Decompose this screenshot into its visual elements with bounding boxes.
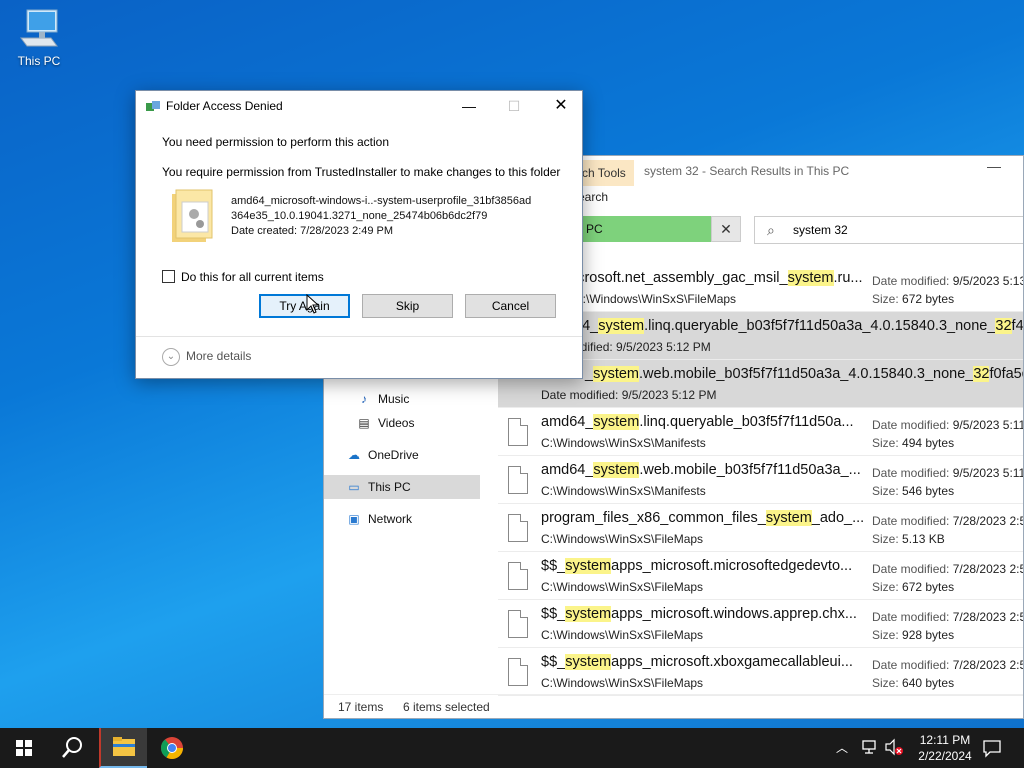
nav-label: Music (378, 392, 410, 406)
taskbar-chrome[interactable] (148, 728, 196, 768)
nav-label: This PC (368, 480, 411, 494)
status-item-count: 17 items (338, 700, 384, 714)
nav-item-onedrive[interactable]: ☁ OneDrive (346, 443, 419, 467)
nav-item-videos[interactable]: ▤ Videos (356, 411, 414, 435)
search-query: system 32 (793, 223, 848, 237)
tab-search-tools[interactable]: ch Tools (578, 160, 634, 186)
taskbar-search-button[interactable] (48, 728, 96, 768)
status-bar: 17 items 6 items selected (324, 694, 1023, 718)
nav-label: Network (368, 512, 413, 526)
minimize-button[interactable]: — (987, 158, 1001, 174)
folder-icon (172, 189, 213, 242)
list-item[interactable]: $$_systemapps_microsoft.microsoftedgedev… (498, 552, 1023, 600)
desktop-icon-this-pc[interactable]: This PC (10, 8, 68, 68)
clear-search-button[interactable]: ✕ (711, 216, 741, 242)
search-icon: ⌕ (767, 222, 775, 238)
desktop-icon-label: This PC (17, 54, 61, 68)
chevron-up-icon[interactable]: ︿ (836, 739, 848, 756)
file-icon (508, 418, 528, 446)
dialog-title: Folder Access Denied (166, 99, 283, 113)
computer-icon (20, 9, 58, 47)
music-icon: ♪ (361, 392, 367, 406)
folder-icon (113, 737, 135, 756)
nav-label: OneDrive (368, 448, 419, 462)
file-icon (508, 658, 528, 686)
more-details-label: More details (186, 349, 252, 364)
try-again-button[interactable]: Try Again (259, 294, 350, 318)
list-item[interactable]: program_files_x86_common_files_system_ad… (498, 504, 1023, 552)
file-icon (508, 562, 528, 590)
clock-time: 12:11 PM (919, 733, 971, 747)
film-icon: ▤ (358, 416, 370, 430)
nav-item-music[interactable]: ♪ Music (356, 387, 409, 411)
nav-item-this-pc[interactable]: ▭ This PC (324, 475, 480, 499)
nav-item-network[interactable]: ▣ Network (346, 507, 412, 531)
dialog-app-icon (146, 101, 160, 111)
mouse-cursor-icon (306, 294, 320, 314)
windows-icon (16, 740, 32, 756)
list-item[interactable]: amd64_system.linq.queryable_b03f5f7f11d5… (498, 408, 1023, 456)
network-icon: ▣ (348, 512, 360, 526)
taskbar-file-explorer[interactable] (99, 728, 147, 768)
volume-muted-icon[interactable] (884, 738, 904, 756)
nav-label: Videos (378, 416, 415, 430)
address-bar[interactable]: PC ⌄ (578, 216, 731, 242)
search-input[interactable]: ⌕ system 32 (754, 216, 1023, 244)
clock[interactable]: 12:11 PM 2/22/2024 (908, 732, 982, 764)
close-button[interactable]: ✕ (541, 95, 581, 117)
more-details-toggle[interactable]: ⌄ More details (162, 348, 251, 366)
notification-icon[interactable] (982, 738, 1002, 758)
folder-access-denied-dialog: Folder Access Denied — ☐ ✕ You need perm… (135, 90, 583, 379)
cancel-button[interactable]: Cancel (465, 294, 556, 318)
file-icon (508, 610, 528, 638)
address-text: PC (586, 222, 603, 236)
divider (136, 336, 582, 337)
apply-all-checkbox[interactable]: Do this for all current items (162, 270, 324, 284)
list-item[interactable]: $$_systemapps_microsoft.xboxgamecallable… (498, 648, 1023, 696)
checkbox-label: Do this for all current items (181, 270, 324, 284)
dialog-message: You require permission from TrustedInsta… (162, 165, 561, 179)
window-title: system 32 - Search Results in This PC (644, 164, 850, 178)
item-details: amd64_microsoft-windows-i..-system-userp… (231, 195, 532, 237)
taskbar: ︿ 12:11 PM 2/22/2024 (0, 728, 1024, 768)
file-icon (508, 466, 528, 494)
dialog-heading: You need permission to perform this acti… (162, 135, 390, 149)
network-icon[interactable] (861, 738, 879, 756)
search-icon (62, 737, 82, 758)
status-selected-count: 6 items selected (403, 700, 490, 714)
checkbox[interactable] (162, 270, 175, 283)
file-icon (508, 514, 528, 542)
navigation-pane: Pictures ♪Music ▤Videos ☁OneDrive ▭This … (324, 368, 480, 526)
skip-button[interactable]: Skip (362, 294, 453, 318)
monitor-icon: ▭ (348, 480, 360, 494)
minimize-button[interactable]: — (449, 95, 489, 117)
chrome-icon (160, 737, 183, 759)
clock-date: 2/22/2024 (918, 749, 972, 763)
list-item[interactable]: $$_systemapps_microsoft.windows.apprep.c… (498, 600, 1023, 648)
list-item[interactable]: amd64_system.web.mobile_b03f5f7f11d50a3a… (498, 456, 1023, 504)
cloud-icon: ☁ (348, 448, 360, 462)
start-button[interactable] (0, 728, 48, 768)
chevron-down-icon: ⌄ (162, 348, 180, 366)
maximize-button: ☐ (507, 98, 521, 114)
